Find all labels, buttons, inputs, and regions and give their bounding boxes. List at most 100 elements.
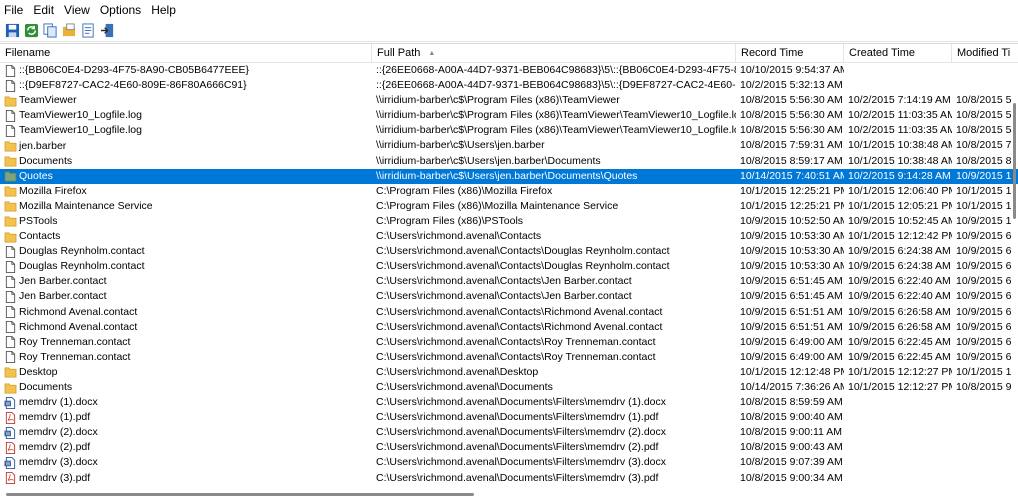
cell-record-time: 10/14/2015 7:40:51 AM [740, 169, 844, 182]
table-row[interactable]: Roy Trenneman.contact C:\Users\richmond.a… [0, 350, 1018, 365]
folder-icon [4, 366, 19, 378]
cell-record-time: 10/1/2015 12:25:21 PM [740, 184, 844, 197]
menu-options[interactable]: Options [95, 0, 146, 20]
column-record-time[interactable]: Record Time [736, 44, 844, 62]
refresh-icon[interactable] [23, 23, 39, 39]
table-row[interactable]: Richmond Avenal.contact C:\Users\richmond… [0, 320, 1018, 335]
menu-edit[interactable]: Edit [28, 0, 59, 20]
cell-created-time [844, 425, 952, 440]
column-full-path[interactable]: Full Path ▲ [372, 44, 736, 62]
menu-help[interactable]: Help [146, 0, 181, 20]
table-row[interactable]: TeamViewer \\irridium-barber\c$\Program F… [0, 93, 1018, 108]
open-folder-icon[interactable] [61, 23, 77, 39]
table-row[interactable]: Wmemdrv (3).docx C:\Users\richmond.avenal… [0, 455, 1018, 470]
table-row[interactable]: Mozilla Maintenance Service C:\Program Fi… [0, 199, 1018, 214]
table-row[interactable]: Roy Trenneman.contact C:\Users\richmond.a… [0, 335, 1018, 350]
table-row[interactable]: memdrv (1).pdf C:\Users\richmond.avenal\D… [0, 410, 1018, 425]
cell-filename: Douglas Reynholm.contact [0, 244, 372, 259]
svg-text:W: W [6, 401, 11, 407]
cell-created-time: 10/1/2015 10:38:48 AM [848, 139, 952, 152]
table-row[interactable]: Wmemdrv (1).docx C:\Users\richmond.avenal… [0, 395, 1018, 410]
table-row[interactable]: Douglas Reynholm.contact C:\Users\richmon… [0, 244, 1018, 259]
table-row[interactable]: Douglas Reynholm.contact C:\Users\richmon… [0, 259, 1018, 274]
menu-view[interactable]: View [59, 0, 95, 20]
cell-full-path: C:\Users\richmond.avenal\Contacts\Richmo… [376, 305, 663, 318]
vertical-scroll-thumb[interactable] [1013, 103, 1016, 219]
table-row[interactable]: TeamViewer10_Logfile.log \\irridium-barbe… [0, 123, 1018, 138]
file-icon [4, 321, 19, 334]
file-list: Filename Full Path ▲ Record Time Created … [0, 43, 1018, 490]
cell-created-time: 10/1/2015 12:12:42 PM [848, 230, 952, 243]
table-row[interactable]: jen.barber \\irridium-barber\c$\Users\jen… [0, 138, 1018, 153]
cell-created-time: 10/1/2015 10:38:48 AM [848, 154, 952, 167]
cell-record-time: 10/10/2015 9:54:37 AM [740, 64, 844, 76]
cell-full-path: C:\Users\richmond.avenal\Documents\Filte… [376, 396, 667, 409]
file-icon [4, 336, 19, 349]
table-row[interactable]: Documents \\irridium-barber\c$\Users\jen.… [0, 154, 1018, 169]
word-document-icon: W [4, 396, 19, 409]
cell-created-time: 10/9/2015 6:22:40 AM [848, 275, 951, 288]
cell-created-time: 10/9/2015 6:24:38 AM [848, 245, 951, 258]
filename-text: Richmond Avenal.contact [19, 305, 138, 318]
table-row[interactable]: Contacts C:\Users\richmond.avenal\Contact… [0, 229, 1018, 244]
table-row[interactable]: PSTools C:\Program Files (x86)\PSTools 10/… [0, 214, 1018, 229]
folder-icon [4, 200, 19, 212]
cell-filename: PSTools [0, 214, 372, 229]
cell-full-path: ::{26EE0668-A00A-44D7-9371-BEB064C98683}… [376, 79, 736, 92]
cell-full-path: C:\Program Files (x86)\Mozilla Firefox [376, 184, 553, 197]
table-row[interactable]: memdrv (2).pdf C:\Users\richmond.avenal\D… [0, 440, 1018, 455]
rows-container: ::{BB06C0E4-D293-4F75-8A90-CB05B6477EEE}… [0, 63, 1018, 486]
vertical-scrollbar[interactable] [1007, 43, 1018, 489]
column-created-time[interactable]: Created Time [844, 44, 952, 62]
filename-text: Contacts [19, 230, 61, 243]
file-icon [4, 290, 19, 303]
cell-full-path: C:\Program Files (x86)\Mozilla Maintenan… [376, 199, 619, 212]
horizontal-scrollbar[interactable] [0, 489, 1018, 504]
cell-created-time [844, 395, 952, 410]
cell-record-time: 10/9/2015 10:53:30 AM [740, 230, 844, 243]
cell-record-time: 10/9/2015 6:51:51 AM [740, 305, 843, 318]
exit-icon[interactable] [99, 23, 115, 39]
table-row[interactable]: Jen Barber.contact C:\Users\richmond.aven… [0, 274, 1018, 289]
toolbar [0, 20, 1018, 42]
cell-created-time [844, 455, 952, 470]
save-icon[interactable] [4, 23, 20, 39]
cell-full-path: C:\Users\richmond.avenal\Documents\Filte… [376, 441, 659, 454]
cell-full-path: \\irridium-barber\c$\Users\jen.barber\Do… [376, 154, 601, 167]
horizontal-scroll-thumb[interactable] [6, 493, 474, 496]
table-row[interactable]: Documents C:\Users\richmond.avenal\Docume… [0, 380, 1018, 395]
table-row[interactable]: Jen Barber.contact C:\Users\richmond.aven… [0, 289, 1018, 304]
cell-filename: Quotes [0, 169, 372, 184]
filename-text: memdrv (2).docx [19, 426, 98, 439]
cell-record-time: 10/9/2015 6:51:45 AM [740, 275, 843, 288]
table-row[interactable]: Mozilla Firefox C:\Program Files (x86)\Mo… [0, 184, 1018, 199]
table-row[interactable]: Richmond Avenal.contact C:\Users\richmond… [0, 305, 1018, 320]
table-row[interactable]: ::{BB06C0E4-D293-4F75-8A90-CB05B6477EEE}… [0, 63, 1018, 78]
cell-created-time [844, 471, 952, 486]
pdf-file-icon [4, 472, 19, 485]
cell-filename: Roy Trenneman.contact [0, 335, 372, 350]
cell-record-time: 10/9/2015 6:51:45 AM [740, 290, 843, 303]
cell-full-path: \\irridium-barber\c$\Program Files (x86)… [376, 94, 620, 107]
copy-icon[interactable] [42, 23, 58, 39]
table-row[interactable]: Wmemdrv (2).docx C:\Users\richmond.avenal… [0, 425, 1018, 440]
column-filename[interactable]: Filename [0, 44, 372, 62]
table-row[interactable]: TeamViewer10_Logfile.log \\irridium-barbe… [0, 108, 1018, 123]
cell-full-path: C:\Users\richmond.avenal\Documents\Filte… [376, 426, 667, 439]
filename-text: memdrv (3).pdf [19, 471, 91, 484]
filename-text: Mozilla Firefox [19, 184, 87, 197]
table-row[interactable]: Desktop C:\Users\richmond.avenal\Desktop 1… [0, 365, 1018, 380]
cell-record-time: 10/1/2015 12:12:48 PM [740, 365, 844, 378]
table-row[interactable]: ::{D9EF8727-CAC2-4E60-809E-86F80A666C91}… [0, 78, 1018, 93]
cell-created-time [844, 410, 952, 425]
filename-text: TeamViewer10_Logfile.log [19, 124, 142, 137]
cell-filename: Roy Trenneman.contact [0, 350, 372, 365]
properties-icon[interactable] [80, 23, 96, 39]
table-row[interactable]: memdrv (3).pdf C:\Users\richmond.avenal\D… [0, 471, 1018, 486]
column-modified-time-label: Modified Ti [957, 47, 1011, 59]
cell-created-time: 10/2/2015 7:14:19 AM [848, 94, 951, 107]
file-icon [4, 245, 19, 258]
menu-file[interactable]: File [0, 0, 28, 20]
table-row[interactable]: Quotes \\irridium-barber\c$\Users\jen.bar… [0, 168, 1018, 184]
cell-created-time: 10/9/2015 6:26:58 AM [848, 320, 951, 333]
